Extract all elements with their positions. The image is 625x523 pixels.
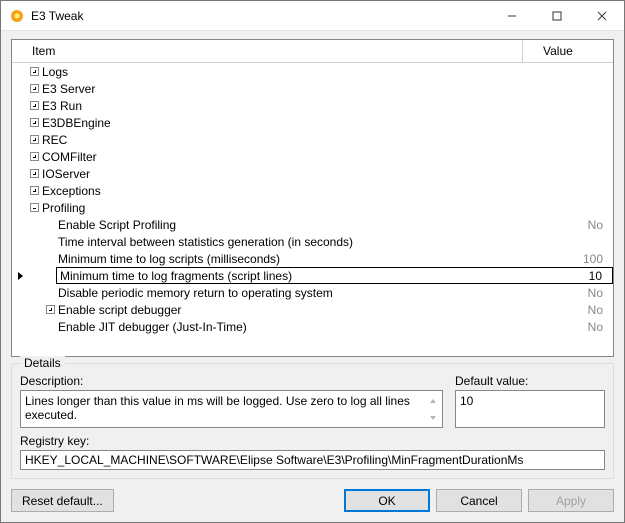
expand-toggle[interactable]: [28, 186, 40, 195]
row-value: [523, 80, 613, 97]
tree-category-profiling[interactable]: Profiling: [12, 199, 613, 216]
row-label: Enable Script Profiling: [56, 216, 523, 233]
description-box[interactable]: Lines longer than this value in ms will …: [20, 390, 443, 428]
tree-item[interactable]: Enable JIT debugger (Just-In-Time)No: [12, 318, 613, 335]
registry-text: HKEY_LOCAL_MACHINE\SOFTWARE\Elipse Softw…: [25, 453, 523, 467]
tree-item[interactable]: Disable periodic memory return to operat…: [12, 284, 613, 301]
row-label: Logs: [40, 63, 523, 80]
tree-category[interactable]: REC: [12, 131, 613, 148]
row-value: No: [523, 284, 613, 301]
settings-grid[interactable]: Item Value LogsE3 ServerE3 RunE3DBEngine…: [11, 39, 614, 357]
default-value-label: Default value:: [455, 374, 605, 388]
row-value: 100: [523, 250, 613, 267]
expand-toggle[interactable]: [28, 67, 40, 76]
row-value: No: [523, 301, 613, 318]
app-icon: [9, 8, 25, 24]
default-value-text: 10: [460, 394, 473, 408]
tree-item[interactable]: Minimum time to log fragments (script li…: [12, 267, 613, 284]
row-label: Minimum time to log fragments (script li…: [56, 267, 523, 284]
row-label: COMFilter: [40, 148, 523, 165]
description-text: Lines longer than this value in ms will …: [25, 394, 410, 422]
row-label: E3DBEngine: [40, 114, 523, 131]
row-value: [523, 114, 613, 131]
row-label: Enable script debugger: [56, 301, 523, 318]
tree-category[interactable]: COMFilter: [12, 148, 613, 165]
grid-header: Item Value: [12, 40, 613, 63]
tree-item[interactable]: Enable Script ProfilingNo: [12, 216, 613, 233]
expand-toggle[interactable]: [28, 84, 40, 93]
row-value: [523, 165, 613, 182]
row-value: [523, 148, 613, 165]
row-value: [523, 131, 613, 148]
expand-toggle[interactable]: [44, 305, 56, 314]
tree-category[interactable]: E3 Run: [12, 97, 613, 114]
row-label: Profiling: [40, 199, 523, 216]
tree-item[interactable]: Minimum time to log scripts (millisecond…: [12, 250, 613, 267]
maximize-button[interactable]: [534, 1, 579, 30]
tree-category[interactable]: Exceptions: [12, 182, 613, 199]
details-group: Details Description: Lines longer than t…: [11, 363, 614, 479]
window-title: E3 Tweak: [31, 9, 489, 23]
expand-toggle[interactable]: [28, 101, 40, 110]
description-label: Description:: [20, 374, 443, 388]
scroll-up-icon[interactable]: [425, 392, 441, 409]
app-window: E3 Tweak Item Value LogsE3 ServerE3 RunE…: [0, 0, 625, 523]
expand-toggle[interactable]: [28, 203, 40, 212]
expand-toggle[interactable]: [28, 135, 40, 144]
footer: Reset default... OK Cancel Apply: [1, 479, 624, 522]
col-value[interactable]: Value: [523, 40, 613, 62]
reset-default-button[interactable]: Reset default...: [11, 489, 114, 512]
row-label: E3 Server: [40, 80, 523, 97]
row-label: Minimum time to log scripts (millisecond…: [56, 250, 523, 267]
row-value: [523, 63, 613, 80]
cancel-button[interactable]: Cancel: [436, 489, 522, 512]
apply-button[interactable]: Apply: [528, 489, 614, 512]
row-label: E3 Run: [40, 97, 523, 114]
window-buttons: [489, 1, 624, 30]
row-value: [523, 199, 613, 216]
row-label: Exceptions: [40, 182, 523, 199]
default-value-box[interactable]: 10: [455, 390, 605, 428]
expand-toggle[interactable]: [28, 169, 40, 178]
tree-category[interactable]: IOServer: [12, 165, 613, 182]
row-label: Disable periodic memory return to operat…: [56, 284, 523, 301]
row-value: No: [523, 318, 613, 335]
row-label: Enable JIT debugger (Just-In-Time): [56, 318, 523, 335]
row-value: [523, 233, 613, 250]
scroll-down-icon[interactable]: [425, 409, 441, 426]
tree-item[interactable]: Time interval between statistics generat…: [12, 233, 613, 250]
col-item[interactable]: Item: [12, 40, 523, 62]
row-value: [523, 182, 613, 199]
description-scrollbar[interactable]: [425, 392, 441, 426]
row-label: Time interval between statistics generat…: [56, 233, 523, 250]
tree-category[interactable]: Logs: [12, 63, 613, 80]
tree-item[interactable]: Enable script debuggerNo: [12, 301, 613, 318]
content-area: Item Value LogsE3 ServerE3 RunE3DBEngine…: [1, 31, 624, 479]
expand-toggle[interactable]: [28, 152, 40, 161]
close-button[interactable]: [579, 1, 624, 30]
registry-box[interactable]: HKEY_LOCAL_MACHINE\SOFTWARE\Elipse Softw…: [20, 450, 605, 470]
tree-category[interactable]: E3 Server: [12, 80, 613, 97]
row-label: REC: [40, 131, 523, 148]
row-value: [523, 97, 613, 114]
expand-toggle[interactable]: [28, 118, 40, 127]
row-value: No: [523, 216, 613, 233]
registry-label: Registry key:: [20, 434, 605, 448]
row-value: 10: [523, 267, 613, 284]
minimize-button[interactable]: [489, 1, 534, 30]
tree-category[interactable]: E3DBEngine: [12, 114, 613, 131]
row-gutter: [12, 272, 28, 280]
details-label: Details: [20, 356, 65, 370]
current-row-arrow-icon: [18, 272, 23, 280]
ok-button[interactable]: OK: [344, 489, 430, 512]
row-label: IOServer: [40, 165, 523, 182]
grid-body[interactable]: LogsE3 ServerE3 RunE3DBEngineRECCOMFilte…: [12, 63, 613, 356]
titlebar[interactable]: E3 Tweak: [1, 1, 624, 31]
